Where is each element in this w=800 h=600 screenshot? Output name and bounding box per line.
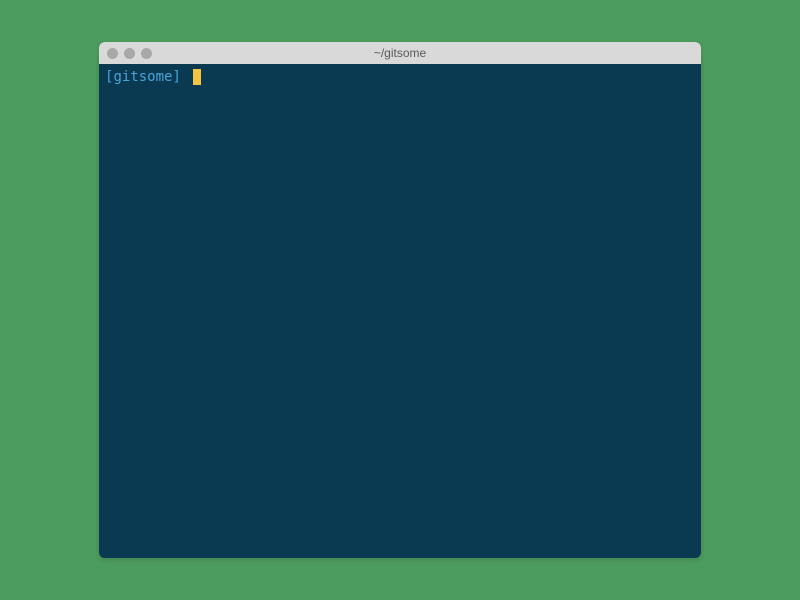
prompt-line: [gitsome] bbox=[105, 68, 695, 86]
traffic-lights bbox=[107, 48, 152, 59]
minimize-button[interactable] bbox=[124, 48, 135, 59]
prompt-open-bracket: [ bbox=[105, 68, 113, 86]
prompt-env-name: gitsome bbox=[113, 68, 172, 86]
maximize-button[interactable] bbox=[141, 48, 152, 59]
terminal-window: ~/gitsome [gitsome] bbox=[99, 42, 701, 558]
terminal-body[interactable]: [gitsome] bbox=[99, 64, 701, 558]
prompt-space bbox=[181, 68, 189, 86]
cursor-icon bbox=[193, 69, 201, 85]
close-button[interactable] bbox=[107, 48, 118, 59]
window-title: ~/gitsome bbox=[99, 46, 701, 60]
window-titlebar: ~/gitsome bbox=[99, 42, 701, 64]
prompt-close-bracket: ] bbox=[172, 68, 180, 86]
